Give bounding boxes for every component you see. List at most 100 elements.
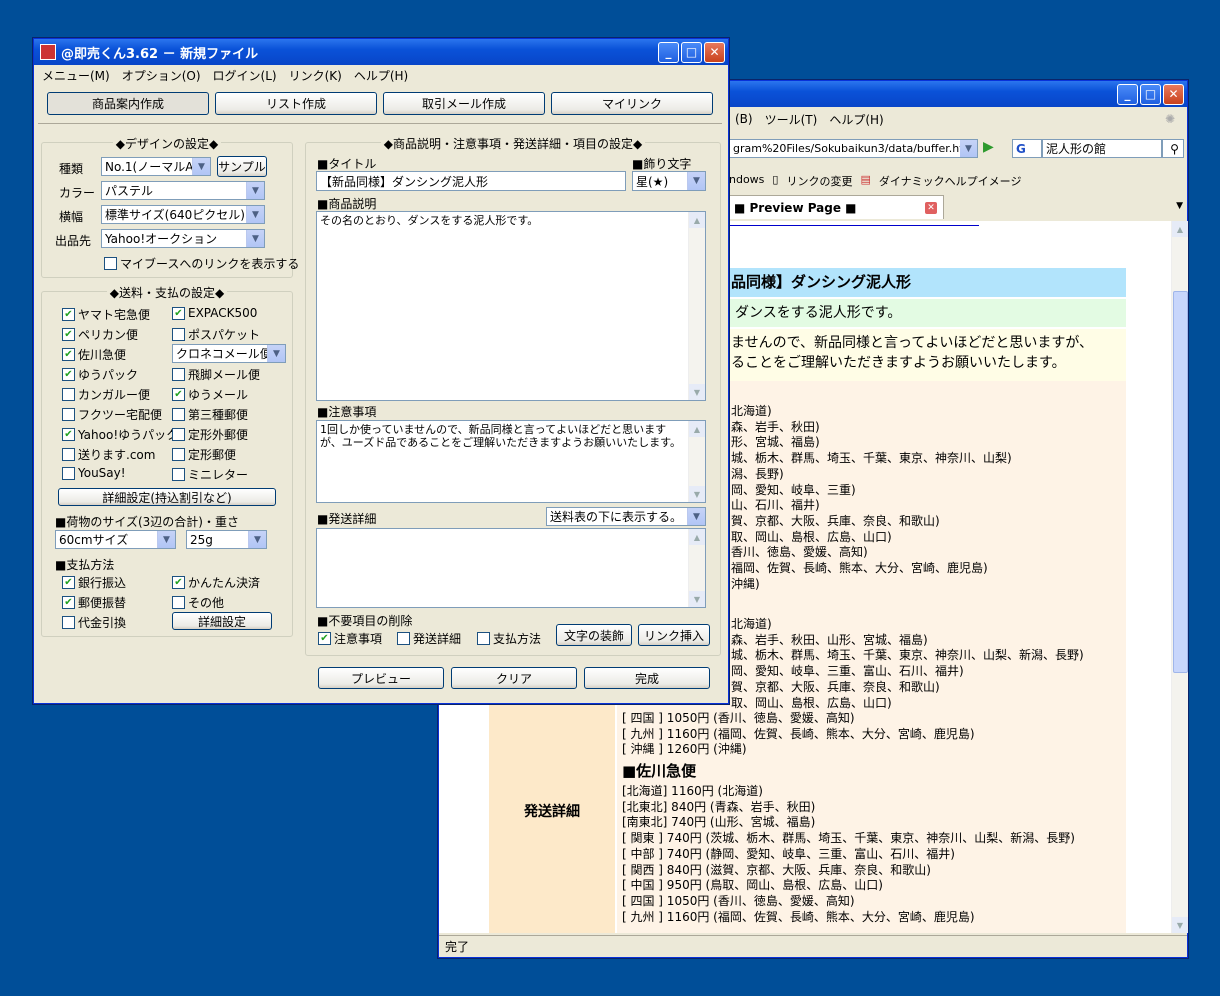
minimize-icon[interactable]: _: [658, 41, 679, 63]
ship-position-select[interactable]: 送料表の下に表示する。 ▼: [546, 507, 706, 526]
link-item[interactable]: リンクの変更: [786, 173, 852, 189]
checkbox-box[interactable]: [172, 596, 185, 609]
menu-item[interactable]: (B): [729, 112, 759, 126]
scrollbar[interactable]: ▲ ▼: [688, 212, 705, 400]
scroll-down-icon[interactable]: ▼: [689, 384, 705, 400]
preview-button[interactable]: プレビュー: [318, 667, 444, 689]
menu-item[interactable]: ヘルプ(H): [823, 111, 889, 128]
title-input[interactable]: 【新品同様】ダンシング泥人形: [316, 171, 626, 191]
checkbox-box[interactable]: [172, 468, 185, 481]
checkbox-box[interactable]: [477, 632, 490, 645]
scrollbar[interactable]: ▲ ▼: [688, 421, 705, 502]
checkbox[interactable]: 発送詳細: [397, 630, 461, 647]
close-icon[interactable]: ✕: [1163, 83, 1184, 105]
checkbox[interactable]: 代金引換: [62, 614, 126, 631]
checkbox[interactable]: ✔ ペリカン便: [62, 326, 138, 343]
checkbox[interactable]: ✔ 銀行振込: [62, 574, 126, 591]
link-item[interactable]: ダイナミックヘルプイメージ: [879, 173, 1022, 189]
tab-product-info[interactable]: 商品案内作成: [47, 92, 209, 115]
checkbox[interactable]: 飛脚メール便: [172, 366, 260, 383]
ship-detail-textarea[interactable]: ▲ ▼: [316, 528, 706, 608]
mybooth-checkbox[interactable]: マイブースへのリンクを表示する: [104, 255, 299, 272]
checkbox-box[interactable]: [172, 368, 185, 381]
tab-close-icon[interactable]: ✕: [925, 201, 937, 214]
search-input[interactable]: 泥人形の館: [1042, 139, 1162, 158]
address-bar[interactable]: gram%20Files/Sokubaikun3/data/buffer.htm…: [729, 139, 961, 158]
menu-item[interactable]: ログイン(L): [207, 67, 283, 84]
checkbox[interactable]: ✔ 郵便振替: [62, 594, 126, 611]
weight-select[interactable]: 25g ▼: [186, 530, 267, 549]
sample-button[interactable]: サンプル: [217, 156, 267, 177]
checkmark-icon[interactable]: ✔: [318, 632, 331, 645]
scroll-thumb[interactable]: [1173, 291, 1188, 673]
checkbox[interactable]: 第三種郵便: [172, 406, 248, 423]
checkbox[interactable]: ✔ Yahoo!ゆうパック: [62, 426, 178, 443]
scroll-up-icon[interactable]: ▲: [689, 212, 705, 228]
menu-item[interactable]: ヘルプ(H): [348, 67, 414, 84]
checkbox[interactable]: ✔ EXPACK500: [172, 306, 257, 320]
clear-button[interactable]: クリア: [451, 667, 577, 689]
checkbox[interactable]: ✔ 佐川急便: [62, 346, 126, 363]
desc-textarea[interactable]: その名のとおり、ダンスをする泥人形です。 ▲ ▼: [316, 211, 706, 401]
link-insert-button[interactable]: リンク挿入: [638, 624, 710, 646]
checkbox-box[interactable]: [62, 388, 75, 401]
tab-list-icon[interactable]: ▼: [1176, 201, 1183, 211]
checkbox[interactable]: ✔ ヤマト宅急便: [62, 306, 150, 323]
checkbox[interactable]: その他: [172, 594, 224, 611]
shipping-detail-button[interactable]: 詳細設定(持込割引など): [58, 488, 276, 506]
checkbox[interactable]: 定形外郵便: [172, 426, 248, 443]
checkmark-icon[interactable]: ✔: [62, 428, 75, 441]
notice-textarea[interactable]: 1回しか使っていませんので、新品同様と言ってよいほどだと思いますが、ユーズド品で…: [316, 420, 706, 503]
pay-detail-button[interactable]: 詳細設定: [172, 612, 272, 630]
checkbox-box[interactable]: [172, 328, 185, 341]
checkmark-icon[interactable]: ✔: [172, 576, 185, 589]
menu-item[interactable]: オプション(O): [116, 67, 207, 84]
checkbox[interactable]: ✔ 注意事項: [318, 630, 382, 647]
maximize-icon[interactable]: □: [1140, 83, 1161, 105]
tab-list[interactable]: リスト作成: [215, 92, 377, 115]
checkbox[interactable]: 送ります.com: [62, 446, 155, 463]
color-select[interactable]: パステル ▼: [101, 181, 265, 200]
checkmark-icon[interactable]: ✔: [62, 576, 75, 589]
go-icon[interactable]: ▶: [983, 139, 1003, 158]
kuroneko-select[interactable]: クロネコメール便 ▼: [172, 344, 286, 363]
scroll-up-icon[interactable]: ▲: [689, 529, 705, 545]
close-icon[interactable]: ✕: [704, 41, 725, 63]
checkbox-box[interactable]: [104, 257, 117, 270]
address-dropdown[interactable]: ▼: [960, 139, 978, 158]
checkbox-box[interactable]: [62, 616, 75, 629]
checkbox-box[interactable]: [62, 448, 75, 461]
search-engine-icon[interactable]: G: [1012, 139, 1042, 158]
scroll-up-icon[interactable]: ▲: [1172, 221, 1188, 237]
checkmark-icon[interactable]: ✔: [172, 306, 185, 320]
menu-item[interactable]: リンク(K): [283, 67, 348, 84]
checkbox[interactable]: ポスパケット: [172, 326, 260, 343]
complete-button[interactable]: 完成: [584, 667, 710, 689]
size-select[interactable]: 60cmサイズ ▼: [55, 530, 176, 549]
checkbox-box[interactable]: [62, 466, 75, 480]
search-icon[interactable]: ⚲: [1162, 139, 1184, 158]
tab-mylink[interactable]: マイリンク: [551, 92, 713, 115]
type-select[interactable]: No.1(ノーマルA) ▼: [101, 157, 211, 176]
checkmark-icon[interactable]: ✔: [62, 308, 75, 321]
checkbox[interactable]: ミニレター: [172, 466, 248, 483]
width-select[interactable]: 標準サイズ(640ピクセル) ▼: [101, 205, 265, 224]
checkbox[interactable]: 支払方法: [477, 630, 541, 647]
minimize-icon[interactable]: _: [1117, 83, 1138, 105]
checkmark-icon[interactable]: ✔: [62, 596, 75, 609]
tab-preview[interactable]: ■ Preview Page ■ ✕: [729, 195, 944, 219]
checkmark-icon[interactable]: ✔: [62, 328, 75, 341]
site-select[interactable]: Yahoo!オークション ▼: [101, 229, 265, 248]
checkbox[interactable]: 定形郵便: [172, 446, 236, 463]
scroll-up-icon[interactable]: ▲: [689, 421, 705, 437]
browser-scrollbar[interactable]: ▲ ▼: [1171, 221, 1188, 933]
checkbox-box[interactable]: [172, 448, 185, 461]
checkmark-icon[interactable]: ✔: [62, 348, 75, 361]
scroll-down-icon[interactable]: ▼: [689, 591, 705, 607]
checkbox-box[interactable]: [62, 408, 75, 421]
checkbox[interactable]: ✔ ゆうメール: [172, 386, 248, 403]
scroll-down-icon[interactable]: ▼: [689, 486, 705, 502]
link-item[interactable]: ndows: [729, 173, 764, 189]
scroll-down-icon[interactable]: ▼: [1172, 917, 1188, 933]
checkbox[interactable]: YouSay!: [62, 466, 126, 480]
